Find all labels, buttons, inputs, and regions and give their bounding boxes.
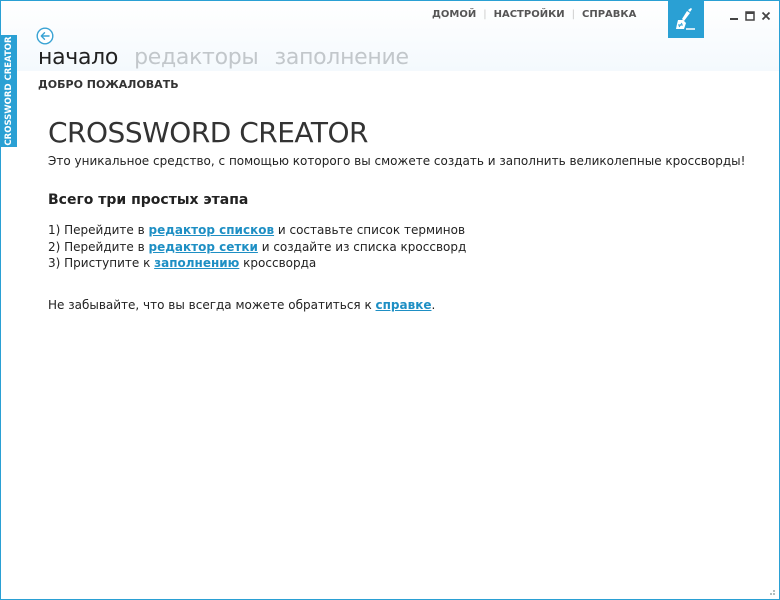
tab-home[interactable]: начало: [38, 45, 118, 70]
list-editor-link[interactable]: редактор списков: [149, 223, 275, 237]
brush-icon: [676, 8, 695, 30]
step-prefix: 2) Перейдите в: [48, 239, 149, 254]
close-icon[interactable]: [760, 10, 772, 22]
steps-list: 1) Перейдите в редактор списков и состав…: [48, 222, 748, 272]
help-link[interactable]: справке: [376, 298, 432, 312]
step-prefix: 1) Перейдите в: [48, 223, 149, 237]
tab-fill[interactable]: заполнение: [274, 45, 409, 70]
grid-editor-link[interactable]: редактор сетки: [149, 240, 258, 254]
maximize-icon[interactable]: [744, 10, 756, 22]
intro-text: Это уникальное средство, с помощью котор…: [48, 154, 746, 168]
top-nav: ДОМОЙ | НАСТРОЙКИ | СПРАВКА: [432, 9, 636, 20]
nav-separator: |: [571, 9, 575, 20]
welcome-content: CROSSWORD CREATOR Это уникальное средств…: [48, 115, 748, 313]
step-suffix: и создайте из списка кроссворд: [257, 239, 467, 254]
back-arrow-icon[interactable]: [36, 27, 54, 45]
fill-link[interactable]: заполнению: [154, 256, 239, 270]
help-note-prefix: Не забывайте, что вы всегда можете обрат…: [48, 297, 376, 312]
tab-editors[interactable]: редакторы: [134, 45, 259, 70]
nav-help-link[interactable]: СПРАВКА: [582, 9, 636, 20]
nav-separator: |: [483, 9, 487, 20]
side-tab[interactable]: CROSSWORD CREATOR: [1, 35, 17, 147]
nav-home-link[interactable]: ДОМОЙ: [432, 9, 476, 20]
step-suffix: и составьте список терминов: [274, 223, 466, 237]
brush-tile-button[interactable]: [668, 1, 704, 38]
resize-grip-icon[interactable]: [766, 586, 776, 596]
help-note: Не забывайте, что вы всегда можете обрат…: [48, 297, 748, 313]
step-prefix: 3) Приступите к: [48, 256, 155, 270]
step-item: 1) Перейдите в редактор списков и состав…: [48, 222, 748, 239]
page-title: CROSSWORD CREATOR: [48, 116, 369, 149]
main-tabs: начало редакторы заполнение: [38, 45, 418, 70]
help-note-suffix: .: [431, 297, 436, 312]
minimize-icon[interactable]: [728, 10, 740, 22]
app-window: CROSSWORD CREATOR ДОМОЙ | НАСТРОЙКИ | СП…: [0, 0, 780, 600]
steps-heading: Всего три простых этапа: [48, 192, 249, 208]
step-suffix: кроссворда: [239, 256, 317, 270]
nav-settings-link[interactable]: НАСТРОЙКИ: [494, 9, 565, 20]
step-item: 2) Перейдите в редактор сетки и создайте…: [48, 239, 748, 256]
page-subtitle: ДОБРО ПОЖАЛОВАТЬ: [38, 78, 179, 91]
step-item: 3) Приступите к заполнению кроссворда: [48, 255, 748, 272]
side-tab-label: CROSSWORD CREATOR: [4, 36, 14, 146]
